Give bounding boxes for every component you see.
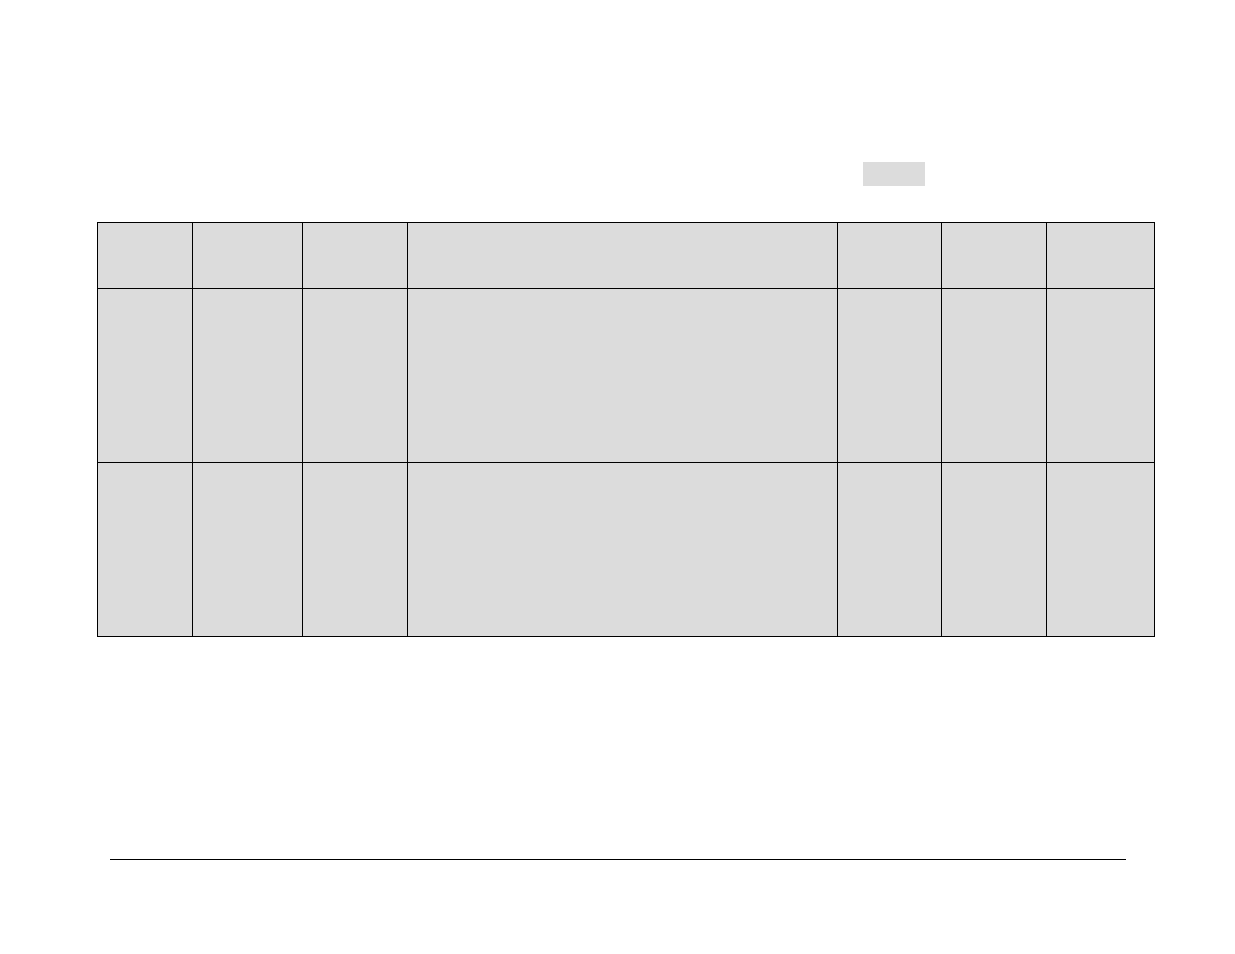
th-col-4	[408, 223, 838, 289]
th-col-7	[1047, 223, 1155, 289]
cell	[303, 463, 408, 637]
footer-divider	[110, 859, 1126, 860]
th-col-1	[98, 223, 193, 289]
cell	[193, 289, 303, 463]
cell	[408, 463, 838, 637]
data-table	[97, 222, 1155, 637]
table-row	[98, 463, 1155, 637]
cell	[838, 463, 942, 637]
th-col-6	[942, 223, 1047, 289]
table-header-row	[98, 223, 1155, 289]
th-col-5	[838, 223, 942, 289]
th-col-2	[193, 223, 303, 289]
cell	[942, 463, 1047, 637]
cell	[1047, 289, 1155, 463]
table-row	[98, 289, 1155, 463]
cell	[303, 289, 408, 463]
th-col-3	[303, 223, 408, 289]
cell	[1047, 463, 1155, 637]
cell	[408, 289, 838, 463]
cell	[98, 463, 193, 637]
cell	[193, 463, 303, 637]
cell	[838, 289, 942, 463]
cell	[942, 289, 1047, 463]
side-tab	[863, 162, 925, 186]
cell	[98, 289, 193, 463]
